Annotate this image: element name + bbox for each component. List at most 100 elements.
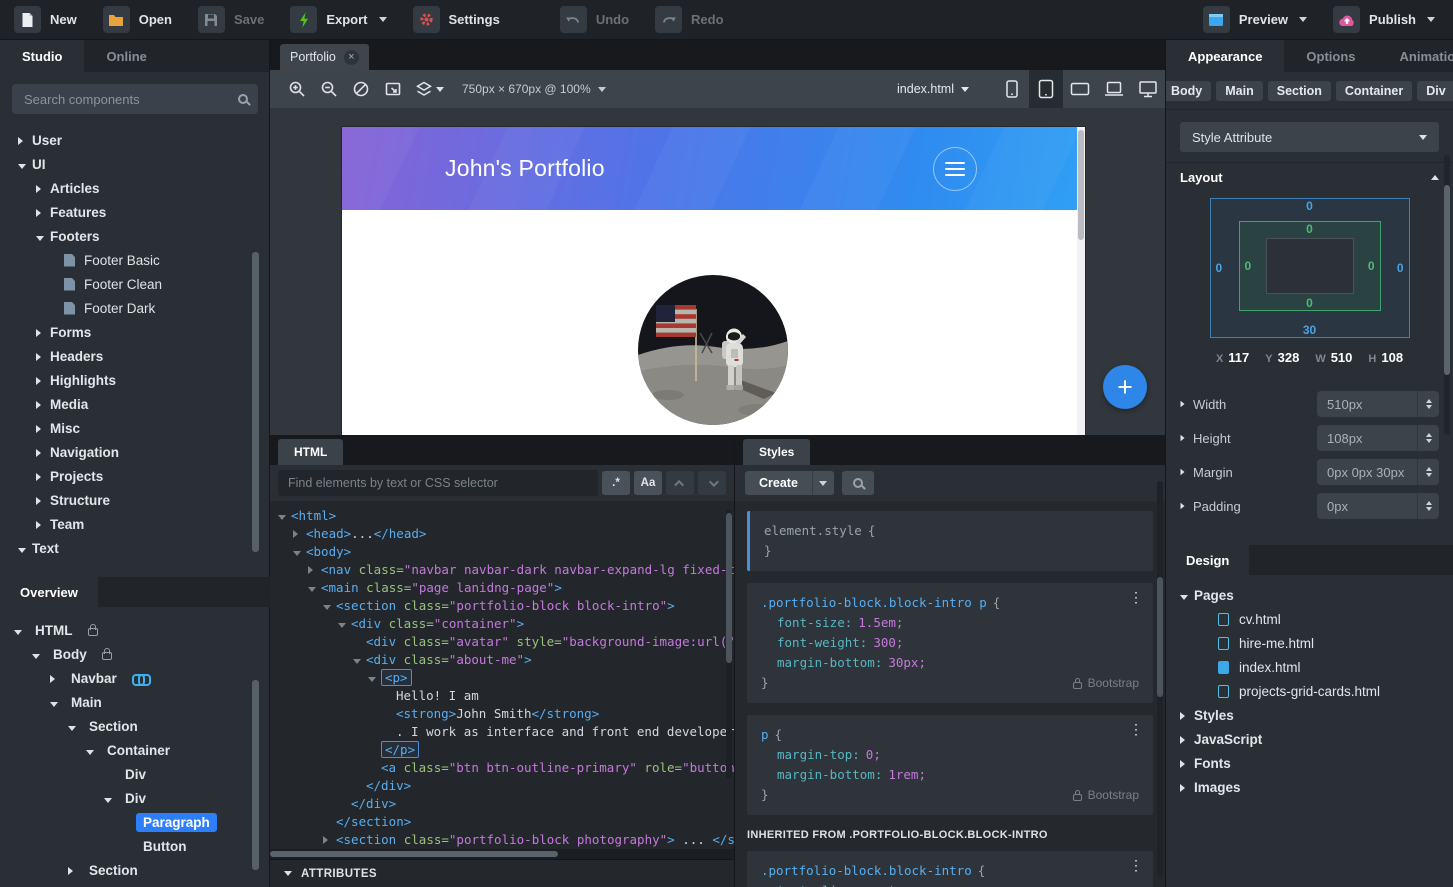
settings-button[interactable]: Settings (412, 6, 500, 33)
viewport-size-label[interactable]: 750px × 670px @ 100% (462, 82, 606, 96)
code-line[interactable]: <body> (270, 543, 734, 561)
create-caret-icon[interactable] (811, 471, 834, 495)
attributes-bar[interactable]: ATTRIBUTES (270, 859, 734, 887)
tab-html[interactable]: HTML (278, 439, 344, 465)
stepper-control[interactable] (1417, 425, 1439, 451)
redo-button[interactable]: Redo (655, 6, 724, 33)
library-tree-item[interactable]: Highlights (0, 368, 270, 392)
device-tablet-icon[interactable] (1029, 70, 1063, 108)
hamburger-menu-icon[interactable] (933, 147, 977, 191)
box-model-diagram[interactable]: 0 0 0 30 0 0 0 0 (1209, 198, 1410, 338)
overview-tree-item[interactable]: Button (0, 834, 270, 858)
stepper-control[interactable] (1417, 391, 1439, 417)
device-laptop-icon[interactable] (1097, 70, 1131, 108)
field-input[interactable]: 0px (1317, 493, 1439, 519)
css-declaration[interactable]: margin-top: 0; (761, 745, 1139, 765)
design-tree-item[interactable]: projects-grid-cards.html (1166, 679, 1453, 703)
breadcrumb-item-container[interactable]: Container (1335, 80, 1413, 101)
library-tree-item[interactable]: Footer Clean (0, 272, 270, 296)
preview-button[interactable]: Preview (1202, 6, 1308, 33)
design-tree-item[interactable]: Fonts (1166, 751, 1453, 775)
preview-navbar[interactable]: John's Portfolio (342, 127, 1085, 210)
publish-button[interactable]: Publish (1333, 6, 1435, 33)
design-tree-item[interactable]: Styles (1166, 703, 1453, 727)
overview-tree-item[interactable]: Section (0, 858, 270, 882)
layout-section-header[interactable]: Layout (1166, 162, 1453, 192)
code-line[interactable]: <html> (270, 507, 734, 525)
create-style-button[interactable]: Create (745, 471, 834, 495)
find-elements-input[interactable] (278, 470, 598, 496)
rotate-disabled-icon[interactable] (348, 76, 374, 102)
field-label[interactable]: Padding (1180, 499, 1241, 514)
code-line[interactable]: <section class="portfolio-block photogra… (270, 831, 734, 849)
overview-tree-item[interactable]: HTML (0, 618, 270, 642)
code-line[interactable]: <strong>John Smith</strong> (270, 705, 734, 723)
library-tree-item[interactable]: Headers (0, 344, 270, 368)
layers-icon[interactable] (412, 76, 446, 102)
overview-tree-item[interactable]: Body (0, 642, 270, 666)
design-tree-item[interactable]: JavaScript (1166, 727, 1453, 751)
avatar-image[interactable] (638, 275, 788, 425)
field-input[interactable]: 510px (1317, 391, 1439, 417)
code-line[interactable]: <main class="page lanidng-page"> (270, 579, 734, 597)
regex-toggle-button[interactable]: .* (602, 471, 630, 495)
code-line[interactable]: Hello! I am (270, 687, 734, 705)
tab-styles[interactable]: Styles (743, 439, 811, 465)
library-tree-item[interactable]: Misc (0, 416, 270, 440)
code-line[interactable]: </section> (270, 813, 734, 831)
close-icon[interactable]: × (343, 49, 359, 65)
undo-button[interactable]: Undo (559, 6, 629, 33)
design-tree-item[interactable]: hire-me.html (1166, 631, 1453, 655)
tab-overview[interactable]: Overview (0, 577, 98, 607)
css-rule-card[interactable]: ⋮ p{ margin-top: 0; margin-bottom: 1rem; }… (747, 715, 1153, 815)
resize-frame-icon[interactable] (380, 76, 406, 102)
code-horizontal-scrollbar[interactable] (270, 849, 734, 859)
code-line[interactable]: <section class="portfolio-block block-in… (270, 597, 734, 615)
design-canvas[interactable]: John's Portfolio + (270, 108, 1165, 435)
page-selector[interactable]: index.html (897, 82, 969, 96)
code-line[interactable]: <a class="btn btn-outline-primary" role=… (270, 759, 734, 777)
rule-menu-icon[interactable]: ⋮ (1129, 859, 1143, 873)
breadcrumb-item-section[interactable]: Section (1267, 80, 1331, 101)
css-declaration[interactable]: font-weight: 300; (761, 633, 1139, 653)
design-tree-item[interactable]: Pages (1166, 583, 1453, 607)
breadcrumb-item-div[interactable]: Div (1417, 80, 1453, 101)
design-tree-item[interactable]: cv.html (1166, 607, 1453, 631)
code-line[interactable]: </div> (270, 795, 734, 813)
tab-online[interactable]: Online (84, 40, 168, 72)
tab-options[interactable]: Options (1284, 40, 1377, 72)
field-label[interactable]: Width (1180, 397, 1226, 412)
library-tree-item[interactable]: Articles (0, 176, 270, 200)
open-button[interactable]: Open (102, 6, 172, 33)
zoom-in-icon[interactable] (284, 76, 310, 102)
overview-tree-item[interactable]: Navbar (0, 666, 270, 690)
overview-tree-item[interactable]: Container (0, 738, 270, 762)
css-rule-card[interactable]: ⋮ .portfolio-block.block-intro{ text-ali… (747, 851, 1153, 887)
code-line[interactable]: <head>...</head> (270, 525, 734, 543)
save-button[interactable]: Save (197, 6, 264, 33)
code-line[interactable]: . I work as interface and front end deve… (270, 723, 734, 741)
library-tree-item[interactable]: Text (0, 536, 270, 560)
library-tree-item[interactable]: Media (0, 392, 270, 416)
export-button[interactable]: Export (290, 6, 387, 33)
overview-scrollbar[interactable] (252, 625, 259, 880)
device-desktop-icon[interactable] (1131, 70, 1165, 108)
library-tree-item[interactable]: Projects (0, 464, 270, 488)
find-prev-button[interactable] (666, 471, 694, 495)
style-attribute-select[interactable]: Style Attribute (1180, 122, 1439, 152)
css-declaration[interactable]: text-align:center; (761, 881, 1139, 887)
design-tree-item[interactable]: index.html (1166, 655, 1453, 679)
styles-scrollbar[interactable] (1157, 481, 1163, 877)
device-tablet-landscape-icon[interactable] (1063, 70, 1097, 108)
add-component-fab[interactable]: + (1103, 365, 1147, 409)
code-line[interactable]: </p> (270, 741, 734, 759)
css-declaration[interactable]: margin-bottom: 1rem; (761, 765, 1139, 785)
css-declaration[interactable]: margin-bottom: 30px; (761, 653, 1139, 673)
tab-design[interactable]: Design (1166, 545, 1250, 575)
rule-menu-icon[interactable]: ⋮ (1129, 591, 1143, 605)
device-phone-icon[interactable] (995, 70, 1029, 108)
overview-tree-item[interactable]: Div (0, 786, 270, 810)
field-input[interactable]: 108px (1317, 425, 1439, 451)
css-rule-card[interactable]: ⋮ .portfolio-block.block-intro p{ font-s… (747, 583, 1153, 703)
tab-portfolio[interactable]: Portfolio × (280, 44, 369, 70)
